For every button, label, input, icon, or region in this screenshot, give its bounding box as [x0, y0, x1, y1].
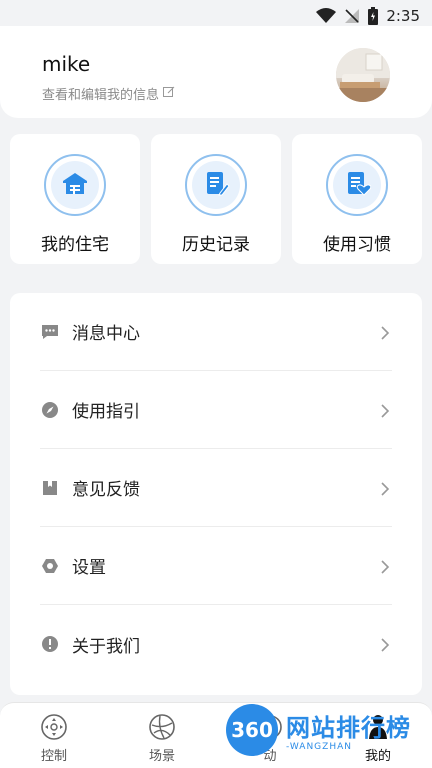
chevron-right-icon [378, 637, 392, 652]
menu-item-label: 消息中心 [72, 324, 140, 344]
edit-profile-label: 查看和编辑我的信息 [42, 88, 160, 103]
profile-name: mike [42, 52, 91, 76]
tab-label: 场景 [148, 749, 175, 764]
no-signal-icon [344, 8, 360, 24]
history-icon-ring [185, 154, 247, 216]
menu-item-messages[interactable]: 消息中心 [40, 293, 392, 371]
person-icon [364, 713, 392, 741]
edit-icon [163, 86, 175, 102]
habits-label: 使用习惯 [323, 235, 391, 255]
menu-item-label: 关于我们 [72, 636, 140, 657]
history-label: 历史记录 [182, 235, 250, 255]
menu-item-label: 设置 [72, 558, 106, 578]
tab-mine[interactable]: 我的 [324, 703, 432, 768]
menu-item-guide[interactable]: 使用指引 [40, 371, 392, 449]
document-edit-icon [202, 169, 230, 201]
menu-item-settings[interactable]: 设置 [40, 527, 392, 605]
menu-item-label: 意见反馈 [72, 480, 140, 500]
tab-scene[interactable]: 场景 [108, 703, 216, 768]
menu-item-feedback[interactable]: 意见反馈 [40, 449, 392, 527]
document-heart-icon [343, 169, 372, 201]
avatar[interactable] [336, 48, 390, 102]
chevron-right-icon [378, 559, 392, 574]
settings-menu: 消息中心 使用指引 意见反馈 设置 关于我们 [10, 293, 422, 695]
chevron-right-icon [378, 403, 392, 418]
menu-item-about[interactable]: 关于我们 [40, 605, 392, 683]
scene-icon [148, 713, 176, 741]
habits-card[interactable]: 使用习惯 [292, 134, 422, 264]
house-icon [61, 169, 89, 201]
chevron-right-icon [378, 481, 392, 496]
chevron-right-icon [378, 325, 392, 340]
compass-icon [40, 400, 60, 420]
wifi-icon [316, 8, 337, 24]
message-icon [40, 322, 60, 342]
habits-icon-ring [326, 154, 388, 216]
my-home-label: 我的住宅 [41, 235, 109, 255]
control-icon [40, 713, 68, 741]
menu-item-label: 使用指引 [72, 402, 140, 422]
status-time: 2:35 [386, 7, 420, 25]
bottom-tab-bar: 控制 场景 动 我的 [0, 702, 432, 768]
tab-label: 控制 [40, 749, 67, 764]
tab-label: 我的 [364, 749, 391, 764]
battery-icon [368, 7, 379, 25]
activity-icon [256, 713, 284, 741]
info-icon [40, 634, 60, 654]
shortcut-cards: 我的住宅 历史记录 使用习惯 [10, 134, 422, 264]
tab-label: 动 [263, 749, 277, 764]
my-home-icon-ring [44, 154, 106, 216]
tab-control[interactable]: 控制 [0, 703, 108, 768]
edit-profile-link[interactable]: 查看和编辑我的信息 [42, 84, 175, 103]
tab-activity[interactable]: 动 [216, 703, 324, 768]
profile-header[interactable]: mike 查看和编辑我的信息 [0, 26, 432, 118]
history-card[interactable]: 历史记录 [151, 134, 281, 264]
book-icon [40, 478, 60, 498]
settings-icon [40, 556, 60, 576]
my-home-card[interactable]: 我的住宅 [10, 134, 140, 264]
